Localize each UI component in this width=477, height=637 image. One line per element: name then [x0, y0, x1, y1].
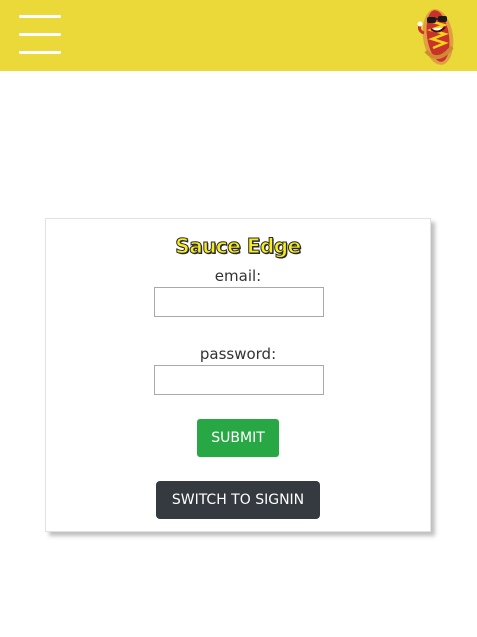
brand-title: Sauce Edge [175, 234, 302, 259]
email-label: email: [214, 267, 262, 285]
top-navbar [0, 0, 477, 71]
switch-to-signin-button[interactable]: SWITCH TO SIGNIN [156, 481, 320, 519]
email-input[interactable] [154, 287, 324, 317]
hamburger-menu-icon[interactable] [19, 15, 61, 55]
menu-line [19, 51, 61, 54]
submit-button[interactable]: SUBMIT [197, 419, 279, 457]
menu-line [19, 33, 61, 36]
password-input[interactable] [154, 365, 324, 395]
password-label: password: [199, 345, 277, 363]
signup-card: Sauce Edge email: password: SUBMIT SWITC… [45, 218, 431, 532]
hot-dog-mascot-logo[interactable] [414, 3, 462, 67]
menu-line [19, 15, 61, 18]
